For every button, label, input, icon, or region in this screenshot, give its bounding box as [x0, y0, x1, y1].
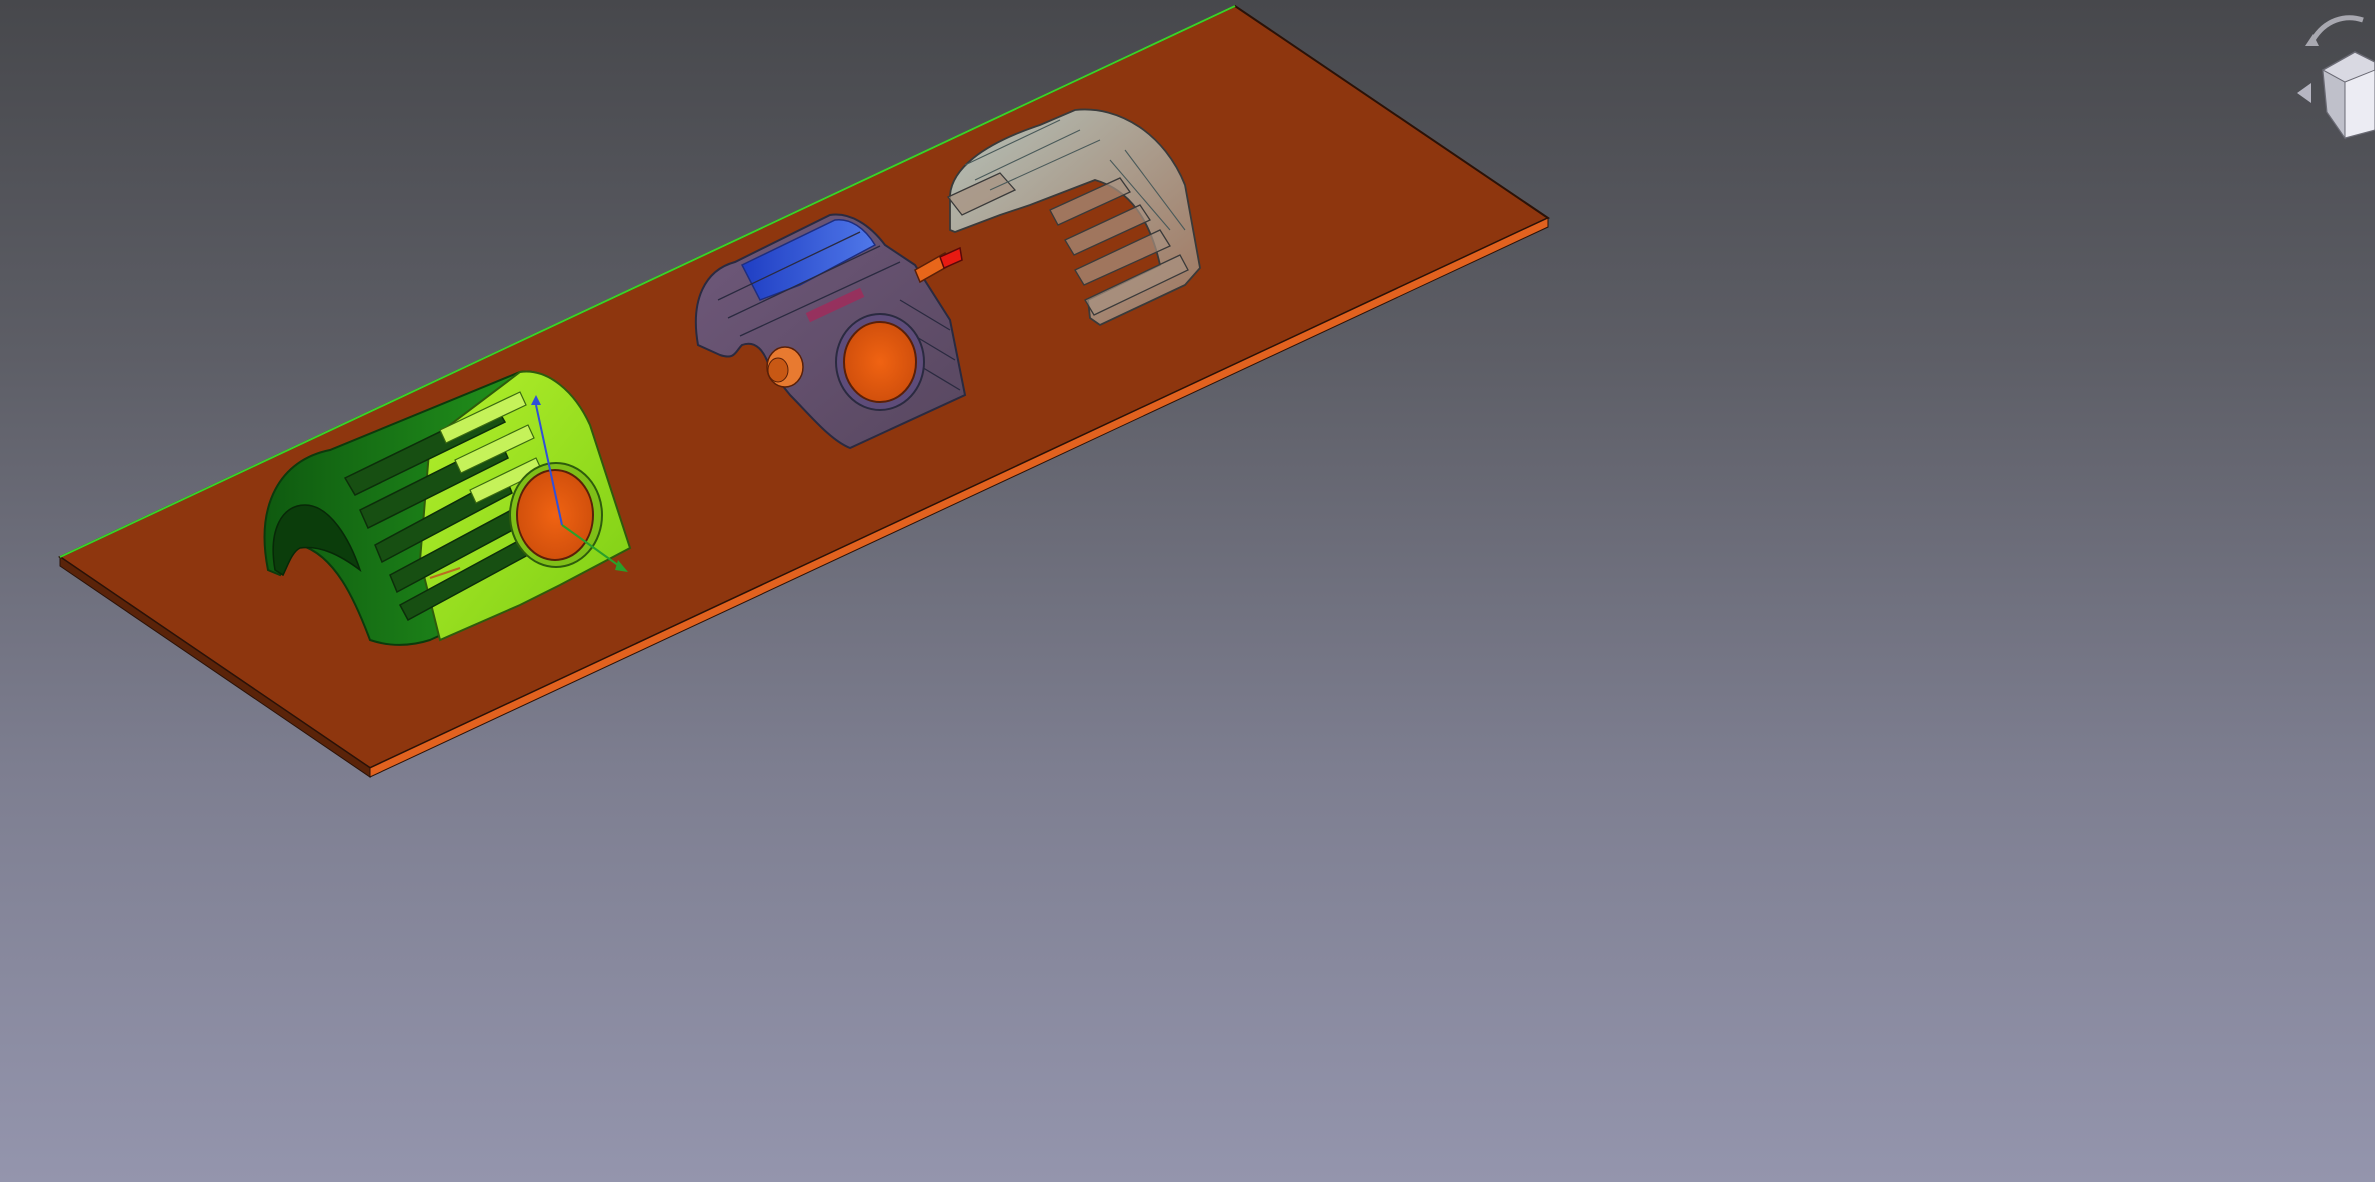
- triangle-left-icon[interactable]: [2297, 83, 2311, 103]
- blue-housing-bore: [843, 321, 917, 403]
- rotate-arrow-icon[interactable]: [2305, 15, 2364, 46]
- 3d-viewport[interactable]: [0, 0, 2375, 1182]
- view-cube-icon[interactable]: [2322, 51, 2375, 140]
- green-housing-bore: [516, 469, 594, 561]
- navigation-cube[interactable]: [2285, 0, 2375, 150]
- scene-canvas[interactable]: [0, 0, 2375, 1182]
